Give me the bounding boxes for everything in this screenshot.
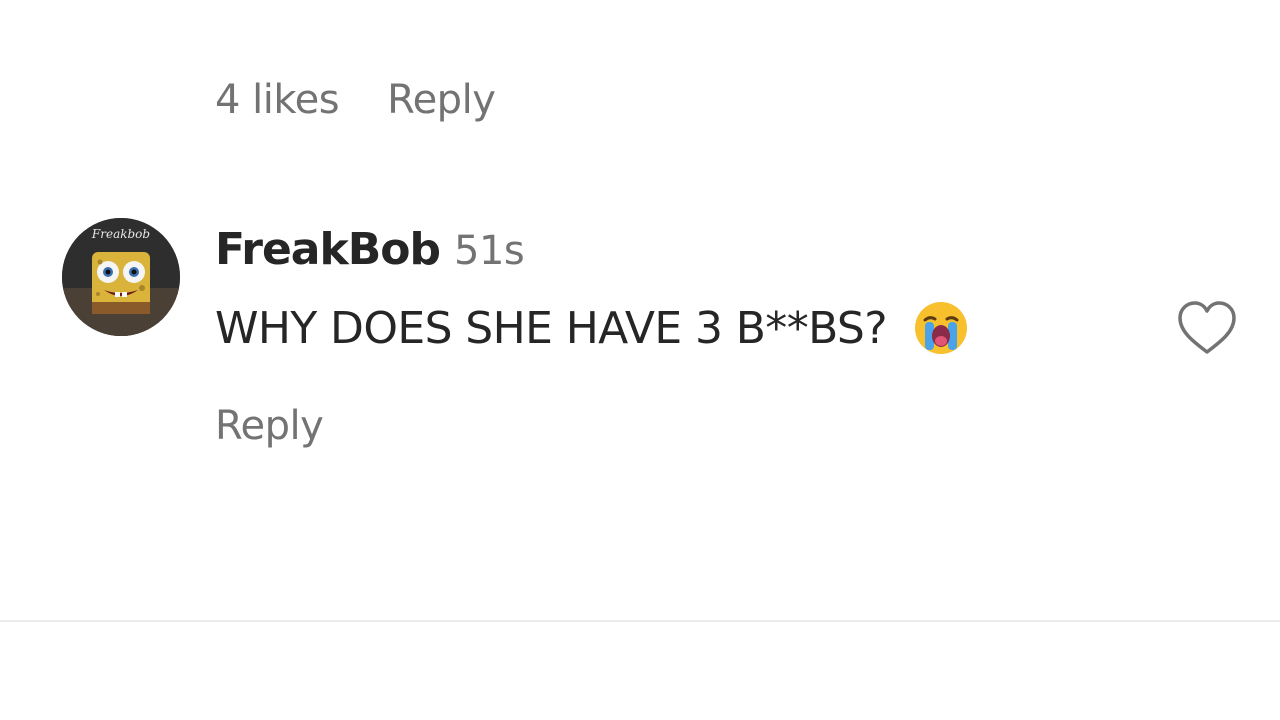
timestamp: 51s (454, 228, 525, 274)
comment-text: WHY DOES SHE HAVE 3 B**BS? (215, 298, 969, 358)
divider (0, 620, 1280, 622)
sponge-avatar-image: Freakbob (62, 218, 180, 336)
comments-panel: 4 likes Reply Freakbob FreakBob 51s WHY … (0, 0, 1280, 720)
avatar[interactable]: Freakbob (62, 218, 180, 336)
heart-outline-icon (1178, 301, 1236, 354)
comment-body: WHY DOES SHE HAVE 3 B**BS? (215, 302, 888, 354)
comment-item: Freakbob FreakBob 51s WHY DOES SHE HAVE … (62, 216, 1252, 466)
like-button[interactable] (1174, 298, 1240, 358)
username[interactable]: FreakBob (215, 224, 441, 275)
reply-button[interactable]: Reply (215, 398, 324, 454)
reply-button[interactable]: Reply (387, 77, 496, 123)
likes-count[interactable]: 4 likes (215, 77, 340, 123)
previous-comment-actions: 4 likes Reply (215, 72, 496, 128)
svg-text:Freakbob: Freakbob (91, 227, 150, 241)
comment-header: FreakBob 51s (215, 224, 525, 288)
loudly-crying-face-icon (913, 300, 969, 356)
